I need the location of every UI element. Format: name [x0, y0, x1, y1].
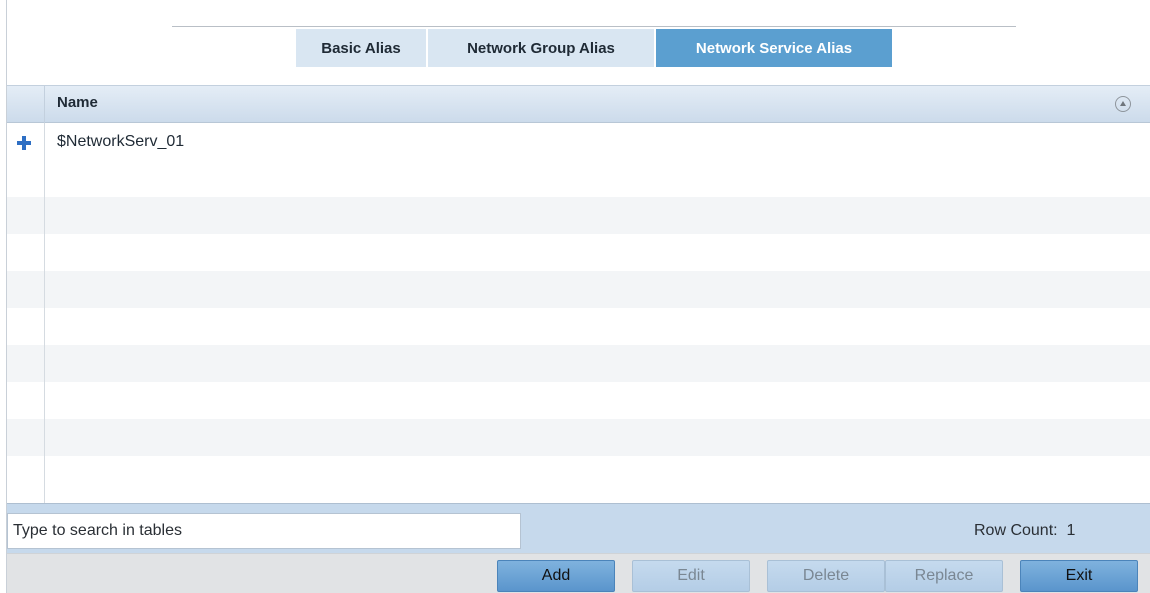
tab-basic-alias[interactable]: Basic Alias: [296, 29, 428, 67]
table-row[interactable]: $NetworkServ_01: [7, 123, 1150, 160]
exit-button[interactable]: Exit: [1020, 560, 1138, 592]
add-button[interactable]: Add: [497, 560, 615, 592]
alias-table: Name $NetworkServ_01: [7, 85, 1150, 503]
header-gutter: [7, 86, 45, 123]
edit-button[interactable]: Edit: [632, 560, 750, 592]
table-search-input[interactable]: [7, 513, 521, 549]
tab-divider-line: [172, 26, 1016, 27]
tab-network-group-alias[interactable]: Network Group Alias: [428, 29, 656, 67]
empty-row: [7, 271, 1150, 308]
empty-row: [7, 456, 1150, 493]
expand-plus-icon[interactable]: [17, 136, 31, 150]
empty-row: [7, 345, 1150, 382]
empty-row: [7, 160, 1150, 197]
table-body: $NetworkServ_01: [7, 123, 1150, 503]
row-name-cell: $NetworkServ_01: [57, 133, 185, 150]
tab-network-service-alias[interactable]: Network Service Alias: [656, 29, 892, 67]
empty-row: [7, 419, 1150, 456]
column-header-name[interactable]: Name: [57, 86, 98, 123]
row-gutter: [7, 123, 45, 503]
empty-row: [7, 382, 1150, 419]
action-bar: Add Edit Delete Replace Exit: [7, 553, 1150, 593]
alias-configuration-panel: Basic Alias Network Group Alias Network …: [0, 0, 1150, 593]
table-footer: Row Count: 1: [7, 503, 1150, 553]
empty-row: [7, 308, 1150, 345]
alias-tab-bar: Basic Alias Network Group Alias Network …: [296, 29, 892, 67]
replace-button[interactable]: Replace: [885, 560, 1003, 592]
column-menu-icon[interactable]: [1115, 96, 1131, 112]
row-count-label: Row Count: 1: [974, 522, 1076, 539]
empty-row: [7, 197, 1150, 234]
table-header: Name: [7, 85, 1150, 123]
delete-button[interactable]: Delete: [767, 560, 885, 592]
empty-row: [7, 234, 1150, 271]
